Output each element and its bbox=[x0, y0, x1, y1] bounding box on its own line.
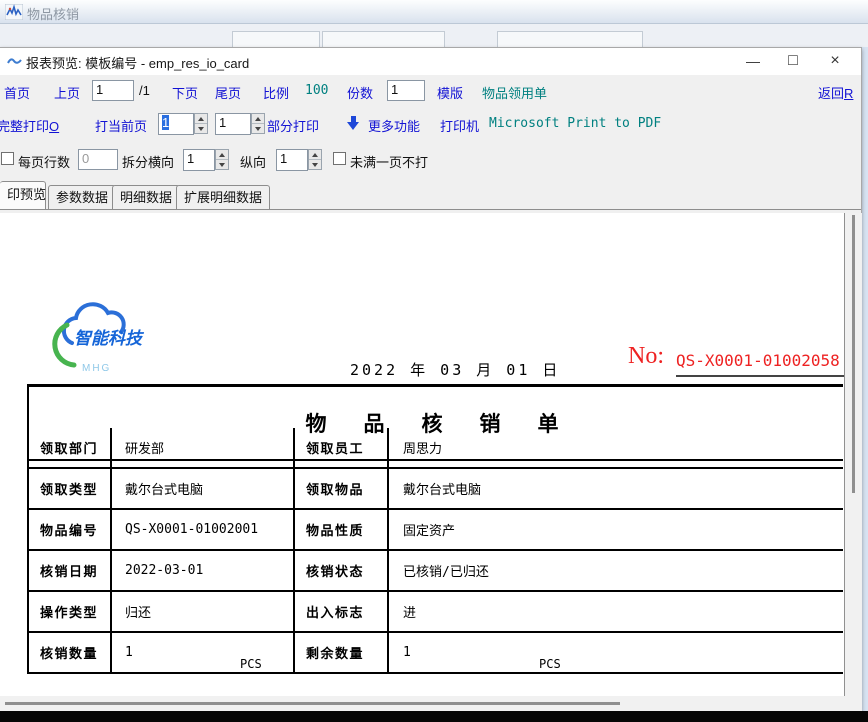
minimize-button[interactable]: — bbox=[738, 48, 768, 74]
row-label: 领取物品 bbox=[295, 469, 389, 510]
row-value: 戴尔台式电脑 bbox=[112, 469, 295, 510]
tab-print-preview[interactable]: 印预览 bbox=[0, 181, 46, 209]
row-value: 1PCS bbox=[112, 633, 295, 674]
preview-area: 智能科技 MHG 2022 年 03 月 01 日 No: QS-X0001-0… bbox=[0, 213, 862, 712]
row-label: 领取部门 bbox=[29, 428, 112, 469]
copies-input[interactable]: 1 bbox=[387, 80, 425, 101]
print-range-from-input[interactable]: 1 bbox=[158, 113, 194, 135]
copies-label: 份数 bbox=[347, 83, 373, 102]
template-value: 物品领用单 bbox=[482, 83, 547, 102]
logo-subtext: MHG bbox=[82, 363, 111, 374]
horizontal-scrollbar-thumb[interactable] bbox=[5, 702, 620, 705]
more-features-button[interactable]: 更多功能 bbox=[368, 116, 420, 135]
scale-label: 比例 bbox=[263, 83, 289, 102]
split-vertical-input[interactable]: 1 bbox=[276, 149, 308, 171]
range-from-stepper[interactable] bbox=[194, 113, 208, 134]
row-value: 1PCS bbox=[389, 633, 843, 674]
report-page: 智能科技 MHG 2022 年 03 月 01 日 No: QS-X0001-0… bbox=[0, 213, 845, 696]
report-preview-window: 报表预览: 模板编号 - emp_res_io_card — □ × 首页 上页… bbox=[0, 47, 862, 711]
tab-extended-detail-data[interactable]: 扩展明细数据 bbox=[176, 185, 270, 209]
tab-bar: 印预览 参数数据 明细数据 扩展明细数据 bbox=[0, 181, 861, 209]
page-total-label: /1 bbox=[139, 83, 150, 98]
horizontal-scrollbar[interactable] bbox=[0, 696, 862, 712]
row-value: 研发部 bbox=[112, 428, 295, 469]
full-print-button[interactable]: 完整打印O bbox=[0, 116, 59, 135]
tab-detail-data[interactable]: 明细数据 bbox=[112, 185, 180, 209]
split-vertical-label: 纵向 bbox=[240, 152, 266, 171]
row-label: 操作类型 bbox=[29, 592, 112, 633]
split-horizontal-stepper[interactable] bbox=[215, 149, 229, 170]
writeoff-form-table: 物 品 核 销 单 领取部门 研发部 领取员工 周思力 领取类型 戴尔台式电脑 … bbox=[27, 384, 843, 674]
row-label: 核销状态 bbox=[295, 551, 389, 592]
row-value: 进 bbox=[389, 592, 843, 633]
desktop-background bbox=[0, 711, 868, 722]
vertical-scrollbar[interactable] bbox=[845, 213, 861, 696]
row-label: 出入标志 bbox=[295, 592, 389, 633]
range-to-stepper[interactable] bbox=[251, 113, 265, 134]
background-window-strip bbox=[0, 24, 868, 47]
vertical-scrollbar-thumb[interactable] bbox=[852, 215, 855, 493]
app-titlebar: 物品核销 bbox=[0, 0, 868, 24]
close-button[interactable]: × bbox=[820, 48, 850, 74]
document-date: 2022 年 03 月 01 日 bbox=[350, 359, 560, 380]
app-icon bbox=[5, 4, 23, 20]
first-page-button[interactable]: 首页 bbox=[4, 83, 30, 102]
rows-per-page-input[interactable]: 0 bbox=[78, 149, 118, 170]
split-horizontal-input[interactable]: 1 bbox=[183, 149, 215, 171]
skip-partial-page-label: 未满一页不打 bbox=[350, 152, 428, 171]
partial-print-button[interactable]: 部分打印 bbox=[267, 116, 319, 135]
app-title: 物品核销 bbox=[27, 4, 79, 23]
split-horizontal-label: 拆分横向 bbox=[122, 152, 174, 171]
row-label: 领取类型 bbox=[29, 469, 112, 510]
row-value: 固定资产 bbox=[389, 510, 843, 551]
row-value: 戴尔台式电脑 bbox=[389, 469, 843, 510]
row-value: 已核销/已归还 bbox=[389, 551, 843, 592]
toolbar-navigation: 首页 上页 1 /1 下页 尾页 比例 100 份数 1 模版 物品领用单 返回… bbox=[0, 75, 861, 106]
rows-per-page-label: 每页行数 bbox=[18, 152, 70, 171]
page-number-input[interactable]: 1 bbox=[92, 80, 134, 101]
dialog-title: 报表预览: 模板编号 - emp_res_io_card bbox=[26, 53, 249, 72]
split-vertical-stepper[interactable] bbox=[308, 149, 322, 170]
document-no-label: No: bbox=[628, 343, 664, 370]
toolbar-print: 完整打印O 打当前页 1 1 部分打印 更多功能 打印机 Microsoft P… bbox=[0, 106, 861, 142]
row-value: 周思力 bbox=[389, 428, 843, 469]
print-current-page-button[interactable]: 打当前页 bbox=[95, 116, 147, 135]
row-label: 核销数量 bbox=[29, 633, 112, 674]
toolbar-layout: 每页行数 0 拆分横向 1 纵向 1 未满一页不打 bbox=[0, 142, 861, 177]
next-page-button[interactable]: 下页 bbox=[172, 83, 198, 102]
last-page-button[interactable]: 尾页 bbox=[215, 83, 241, 102]
back-button[interactable]: 返回R bbox=[818, 83, 853, 102]
row-value: 2022-03-01 bbox=[112, 551, 295, 592]
prev-page-button[interactable]: 上页 bbox=[54, 83, 80, 102]
report-icon bbox=[7, 56, 22, 67]
row-label: 剩余数量 bbox=[295, 633, 389, 674]
scale-value: 100 bbox=[305, 83, 328, 98]
background-window-edge bbox=[861, 47, 868, 711]
row-label: 核销日期 bbox=[29, 551, 112, 592]
print-range-to-input[interactable]: 1 bbox=[215, 113, 251, 135]
document-no-value: QS-X0001-01002058 bbox=[676, 351, 844, 377]
dialog-titlebar: 报表预览: 模板编号 - emp_res_io_card — □ × bbox=[0, 48, 861, 75]
printer-label: 打印机 bbox=[440, 116, 479, 135]
maximize-button[interactable]: □ bbox=[778, 48, 808, 74]
row-value: QS-X0001-01002001 bbox=[112, 510, 295, 551]
unit-label: PCS bbox=[240, 657, 262, 671]
skip-partial-page-checkbox[interactable] bbox=[333, 152, 346, 165]
template-label: 模版 bbox=[437, 83, 463, 102]
row-value: 归还 bbox=[112, 592, 295, 633]
unit-label: PCS bbox=[539, 657, 561, 671]
row-label: 物品编号 bbox=[29, 510, 112, 551]
logo-text: 智能科技 bbox=[74, 329, 145, 348]
tab-parameter-data[interactable]: 参数数据 bbox=[48, 185, 116, 209]
download-arrow-icon[interactable] bbox=[347, 116, 360, 130]
printer-name: Microsoft Print to PDF bbox=[489, 116, 661, 131]
rows-per-page-checkbox[interactable] bbox=[1, 152, 14, 165]
row-label: 物品性质 bbox=[295, 510, 389, 551]
company-logo: 智能科技 MHG bbox=[50, 297, 150, 387]
row-label: 领取员工 bbox=[295, 428, 389, 469]
